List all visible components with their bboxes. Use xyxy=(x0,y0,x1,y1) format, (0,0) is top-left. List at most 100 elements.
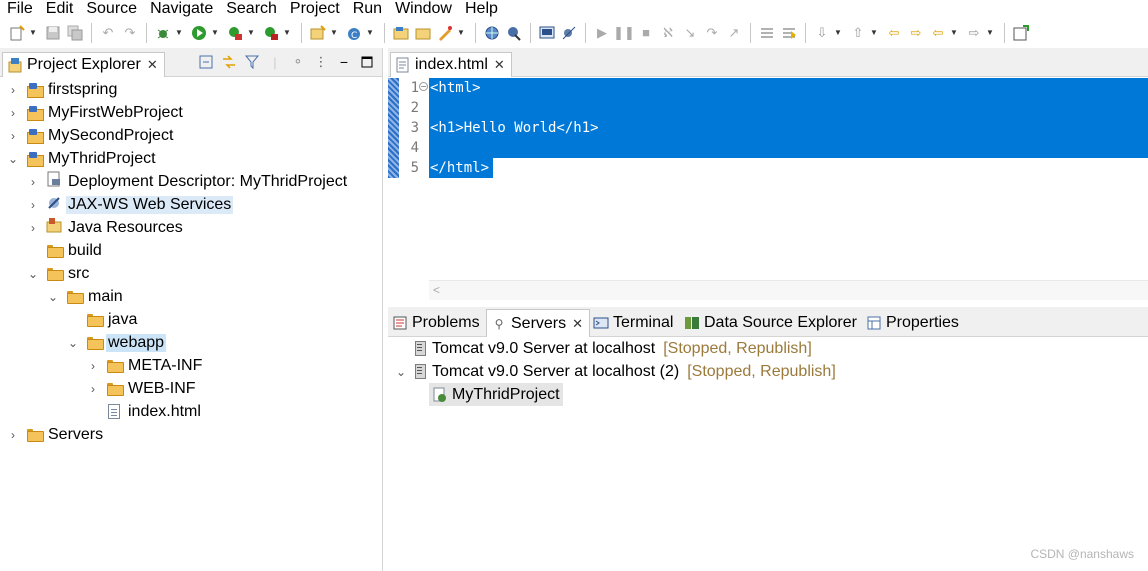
tree-item[interactable]: › WEB-INF xyxy=(86,377,198,400)
forward-dropdown-icon[interactable]: ▼ xyxy=(985,24,995,42)
tab-problems[interactable]: Problems xyxy=(392,309,480,337)
minimize-icon[interactable]: − xyxy=(335,53,353,71)
run-icon[interactable] xyxy=(190,24,208,42)
chevron-right-icon[interactable]: › xyxy=(6,129,20,143)
tab-servers[interactable]: ⚲ Servers ✕ xyxy=(486,309,591,337)
menu-edit[interactable]: Edit xyxy=(39,0,80,17)
tab-project-explorer[interactable]: Project Explorer ✕ xyxy=(2,52,165,77)
chevron-right-icon[interactable]: › xyxy=(6,106,20,120)
view-menu-icon[interactable]: ⋮ xyxy=(312,53,330,71)
chevron-down-icon[interactable]: ⌄ xyxy=(394,365,408,379)
tree-item[interactable]: ⌄ MyThridProject xyxy=(6,147,158,170)
tree-item[interactable]: › Java Resources xyxy=(26,216,185,239)
horizontal-scrollbar[interactable]: < xyxy=(429,280,1148,300)
new-wizard-dropdown-icon[interactable]: ▼ xyxy=(329,24,339,42)
chevron-right-icon[interactable]: › xyxy=(86,359,100,373)
code-area[interactable]: 1 2 3 4 5 − <html> <h1>Hello World</h1> </html… xyxy=(388,78,1148,278)
console-icon[interactable] xyxy=(538,24,556,42)
tab-index-html[interactable]: index.html ✕ xyxy=(390,52,512,77)
external-tools-dropdown-icon[interactable]: ▼ xyxy=(282,24,292,42)
new-wizard-icon[interactable] xyxy=(309,24,327,42)
maximize-icon[interactable] xyxy=(358,53,376,71)
tree-item[interactable]: › firstspring xyxy=(6,78,119,101)
step-return-icon[interactable]: ↗ xyxy=(725,24,743,42)
menu-help[interactable]: Help xyxy=(458,0,504,17)
chevron-down-icon[interactable]: ⌄ xyxy=(26,267,40,281)
last-edit-forward-icon[interactable]: ⇨ xyxy=(907,24,925,42)
step-over-icon[interactable]: ↷ xyxy=(703,24,721,42)
open-type-icon[interactable] xyxy=(392,24,410,42)
globe-icon[interactable] xyxy=(483,24,501,42)
tree-item[interactable]: ⌄ main xyxy=(46,285,125,308)
next-annotation-icon[interactable] xyxy=(780,24,798,42)
menu-search[interactable]: Search xyxy=(219,0,283,17)
code-text[interactable]: <html> <h1>Hello World</h1> </html> xyxy=(429,78,1148,278)
menu-window[interactable]: Window xyxy=(388,0,458,17)
new-class-icon[interactable]: C xyxy=(345,24,363,42)
next-annotation-2-dropdown-icon[interactable]: ▼ xyxy=(869,24,879,42)
suspend-icon[interactable]: ❚❚ xyxy=(613,24,635,42)
tab-terminal[interactable]: Terminal xyxy=(593,309,673,337)
code-line[interactable] xyxy=(429,98,430,118)
skip-breakpoints-icon[interactable] xyxy=(560,24,578,42)
undo-icon[interactable]: ↶ xyxy=(99,24,117,42)
prev-annotation-icon[interactable]: ⇩ xyxy=(813,24,831,42)
new-dropdown-icon[interactable]: ▼ xyxy=(28,24,38,42)
disconnect-icon[interactable]: ℵ xyxy=(659,24,677,42)
tree-item[interactable]: › Deployment Descriptor: MyThridProject xyxy=(26,170,349,193)
code-line[interactable]: <h1>Hello World</h1> xyxy=(429,118,599,138)
menu-source[interactable]: Source xyxy=(79,0,143,17)
open-resource-dropdown-icon[interactable]: ▼ xyxy=(456,24,466,42)
close-icon[interactable]: ✕ xyxy=(572,316,583,332)
code-line[interactable] xyxy=(429,138,430,158)
focus-icon[interactable]: ⚬ xyxy=(289,53,307,71)
menu-file[interactable]: File xyxy=(0,0,39,17)
redo-icon[interactable]: ↷ xyxy=(121,24,139,42)
open-perspective-icon[interactable] xyxy=(505,24,523,42)
tree-item[interactable]: ⌄ src xyxy=(26,262,91,285)
chevron-right-icon[interactable]: › xyxy=(26,198,40,212)
coverage-dropdown-icon[interactable]: ▼ xyxy=(246,24,256,42)
open-perspective-right-icon[interactable] xyxy=(1012,24,1030,42)
tree-item[interactable]: › MySecondProject xyxy=(6,124,175,147)
server-row-tomcat[interactable]: Tomcat v9.0 Server at localhost [Stopped… xyxy=(394,337,812,360)
server-module-row[interactable]: MyThridProject xyxy=(429,383,563,406)
save-all-icon[interactable] xyxy=(66,24,84,42)
tree-item[interactable]: › JAX-WS Web Services xyxy=(26,193,234,216)
filter-icon[interactable] xyxy=(243,53,261,71)
fold-collapse-icon[interactable]: − xyxy=(419,82,428,91)
close-icon[interactable]: ✕ xyxy=(147,57,158,73)
next-annotation-2-icon[interactable]: ⇧ xyxy=(849,24,867,42)
new-icon[interactable] xyxy=(8,24,26,42)
tree-item[interactable]: java xyxy=(66,308,139,331)
code-line[interactable]: </html> xyxy=(429,158,489,178)
code-line[interactable]: <html> xyxy=(429,78,481,98)
menu-run[interactable]: Run xyxy=(346,0,388,17)
tree-item[interactable]: › MyFirstWebProject xyxy=(6,101,185,124)
toggle-annotation-icon[interactable] xyxy=(758,24,776,42)
chevron-down-icon[interactable]: ⌄ xyxy=(6,152,20,166)
tree-item[interactable]: index.html xyxy=(86,400,203,423)
chevron-down-icon[interactable]: ⌄ xyxy=(46,290,60,304)
tab-properties[interactable]: Properties xyxy=(866,309,959,337)
tree-item[interactable]: build xyxy=(26,239,104,262)
terminate-icon[interactable]: ■ xyxy=(637,24,655,42)
last-edit-icon[interactable]: ⇦ xyxy=(885,24,903,42)
debug-icon[interactable] xyxy=(154,24,172,42)
save-icon[interactable] xyxy=(44,24,62,42)
chevron-right-icon[interactable]: › xyxy=(6,83,20,97)
prev-annotation-dropdown-icon[interactable]: ▼ xyxy=(833,24,843,42)
chevron-right-icon[interactable]: › xyxy=(6,428,20,442)
open-resource-icon[interactable] xyxy=(436,24,454,42)
chevron-right-icon[interactable]: › xyxy=(86,382,100,396)
chevron-right-icon[interactable]: › xyxy=(26,221,40,235)
chevron-right-icon[interactable]: › xyxy=(26,175,40,189)
menu-navigate[interactable]: Navigate xyxy=(143,0,219,17)
tree-item[interactable]: › Servers xyxy=(6,423,105,446)
menu-project[interactable]: Project xyxy=(283,0,346,17)
external-tools-icon[interactable] xyxy=(262,24,280,42)
run-dropdown-icon[interactable]: ▼ xyxy=(210,24,220,42)
scroll-left-icon[interactable]: < xyxy=(433,283,440,297)
chevron-down-icon[interactable]: ⌄ xyxy=(66,336,80,350)
open-task-icon[interactable] xyxy=(414,24,432,42)
